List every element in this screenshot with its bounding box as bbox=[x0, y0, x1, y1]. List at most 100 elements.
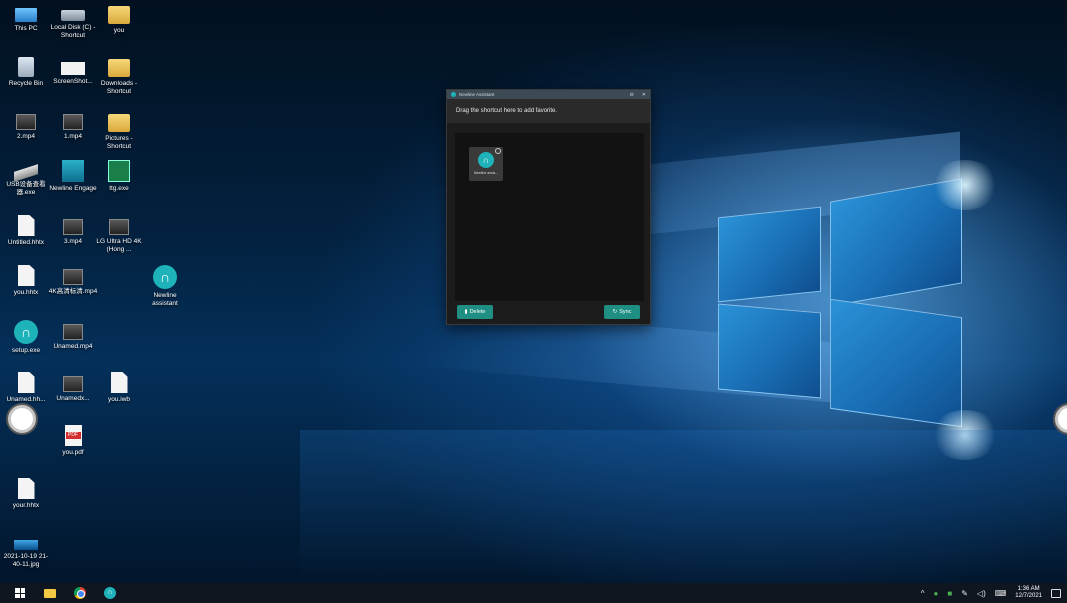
floating-menu-button-left[interactable] bbox=[8, 405, 36, 433]
video-file-icon bbox=[63, 376, 83, 392]
desktop-icon-label: 4K高清标清.mp4 bbox=[48, 288, 98, 295]
taskbar: ∩ ^ ● ■ ✎ ◁) ⌨ 1:36 AM 12/7/2021 bbox=[0, 583, 1067, 603]
start-button[interactable] bbox=[5, 583, 35, 603]
desktop-icon-label: ttg.exe bbox=[109, 185, 129, 192]
recycle-bin-icon bbox=[18, 57, 34, 77]
desktop-icon[interactable]: Recycle Bin bbox=[3, 55, 49, 88]
desktop-icon-label: you.iwb bbox=[107, 396, 131, 403]
clock[interactable]: 1:36 AM 12/7/2021 bbox=[1015, 586, 1042, 600]
chevron-up-icon[interactable]: ^ bbox=[921, 589, 925, 598]
window-pane-bottom-right bbox=[830, 298, 962, 428]
desktop-icon-label: Untitled.hhtx bbox=[7, 239, 45, 246]
video-file-icon bbox=[63, 114, 83, 130]
window-pane-bottom-left bbox=[718, 303, 821, 399]
desktop-icon-label: Newline Engage bbox=[49, 185, 97, 192]
video-file-icon bbox=[109, 219, 129, 235]
desktop-icon-label: you bbox=[113, 27, 125, 34]
engage-icon bbox=[62, 160, 84, 182]
keyboard-icon[interactable]: ⌨ bbox=[995, 589, 1007, 598]
chrome-icon bbox=[74, 587, 86, 599]
desktop-icon[interactable]: USB设备查看器.exe bbox=[3, 160, 49, 197]
delete-button-label: Delete bbox=[469, 309, 486, 315]
sync-button[interactable]: ↻ Sync bbox=[604, 305, 640, 319]
desktop-icon-label: This PC bbox=[14, 25, 38, 32]
desktop-icon[interactable]: you.hhtx bbox=[3, 265, 49, 297]
clock-time: 1:36 AM bbox=[1017, 586, 1040, 592]
desktop-icon[interactable]: 2021-10-19 21-40-11.jpg bbox=[3, 530, 49, 569]
desktop-icon[interactable]: your.hhtx bbox=[3, 478, 49, 510]
document-icon bbox=[17, 478, 35, 499]
app-tray-icon[interactable]: ● bbox=[934, 589, 939, 598]
desktop-icon-label: you.pdf bbox=[62, 449, 84, 456]
window-pane-top-left bbox=[718, 206, 821, 303]
desktop-icon[interactable]: Pictures - Shortcut bbox=[96, 110, 142, 151]
computer-icon bbox=[15, 8, 37, 22]
video-file-icon bbox=[16, 114, 36, 130]
desktop-icon[interactable]: ttg.exe bbox=[96, 160, 142, 193]
desktop-icon[interactable]: ∩ Newline assistant bbox=[142, 265, 188, 308]
sync-icon: ↻ bbox=[612, 309, 618, 315]
desktop-icon-label: Pictures - Shortcut bbox=[105, 135, 133, 150]
favorite-tile-newline-assistant[interactable]: ∩ Newline assis... bbox=[469, 147, 503, 181]
desktop-icon-label: 2021-10-19 21-40-11.jpg bbox=[3, 553, 49, 568]
taskbar-newline-assistant[interactable]: ∩ bbox=[95, 583, 125, 603]
desktop-icon[interactable]: you bbox=[96, 2, 142, 35]
desktop-icon-label: 2.mp4 bbox=[16, 133, 36, 140]
taskbar-chrome[interactable] bbox=[65, 583, 95, 603]
floating-menu-button-right[interactable] bbox=[1055, 405, 1067, 433]
desktop-icon[interactable]: PDF you.pdf bbox=[50, 425, 96, 457]
desktop-icon[interactable]: This PC bbox=[3, 2, 49, 33]
remove-favorite-icon[interactable] bbox=[495, 148, 501, 154]
screenshot-icon bbox=[61, 62, 85, 75]
app-logo-icon bbox=[451, 92, 456, 97]
folder-icon bbox=[108, 59, 130, 77]
desktop-icon[interactable]: Newline Engage bbox=[49, 160, 97, 193]
taskbar-file-explorer[interactable] bbox=[35, 583, 65, 603]
video-file-icon bbox=[63, 324, 83, 340]
notification-icon[interactable] bbox=[1051, 588, 1061, 598]
desktop-icon[interactable]: Unamed.hh... bbox=[3, 372, 49, 404]
desktop-icon[interactable]: ∩ setup.exe bbox=[3, 320, 49, 355]
desktop-icon[interactable]: 1.mp4 bbox=[50, 110, 96, 141]
close-button[interactable]: ✕ bbox=[642, 92, 646, 98]
desktop-icon[interactable]: ScreenShot... bbox=[50, 55, 96, 86]
pen-icon[interactable]: ✎ bbox=[961, 589, 968, 598]
newline-icon: ∩ bbox=[14, 320, 38, 344]
windows-logo-icon bbox=[15, 588, 25, 598]
desktop-icon[interactable]: you.iwb bbox=[96, 372, 142, 404]
desktop-icon[interactable]: Untitled.hhtx bbox=[3, 215, 49, 247]
favorites-drop-area[interactable]: ∩ Newline assis... bbox=[455, 133, 644, 301]
minimize-button[interactable]: ⊖ bbox=[630, 92, 634, 98]
desktop-icon-label: you.hhtx bbox=[13, 289, 39, 296]
desktop-icon[interactable]: 4K高清标清.mp4 bbox=[48, 265, 98, 296]
desktop[interactable]: This PC Local Disk (C) - Shortcut you Recyc… bbox=[0, 0, 1067, 583]
volume-icon[interactable]: ◁) bbox=[977, 589, 986, 598]
floor-reflection bbox=[300, 430, 1067, 580]
video-file-icon bbox=[63, 269, 83, 285]
desktop-icon-label: Downloads - Shortcut bbox=[100, 80, 138, 95]
document-icon bbox=[17, 215, 35, 236]
file-explorer-icon bbox=[44, 588, 56, 598]
app-tray-icon[interactable]: ■ bbox=[947, 589, 952, 598]
drop-hint-bar: Drag the shortcut here to add favorite. bbox=[447, 99, 650, 123]
document-icon bbox=[110, 372, 128, 393]
desktop-icon[interactable]: Local Disk (C) - Shortcut bbox=[50, 2, 96, 40]
newline-icon: ∩ bbox=[153, 265, 177, 289]
sync-button-label: Sync bbox=[619, 309, 632, 315]
usb-icon bbox=[14, 164, 38, 182]
desktop-icon[interactable]: Unamedx... bbox=[50, 372, 96, 403]
desktop-icon-label: LG Ultra HD 4K (Hong ... bbox=[96, 238, 142, 253]
desktop-icon[interactable]: LG Ultra HD 4K (Hong ... bbox=[96, 215, 142, 254]
desktop-icon-label: Local Disk (C) - Shortcut bbox=[50, 24, 96, 39]
desktop-icon[interactable]: Downloads - Shortcut bbox=[96, 55, 142, 96]
folder-icon bbox=[108, 6, 130, 24]
desktop-icon[interactable]: 3.mp4 bbox=[50, 215, 96, 246]
desktop-icon[interactable]: 2.mp4 bbox=[3, 110, 49, 141]
newline-assistant-window[interactable]: Newline Assistant ⊖ ✕ Drag the shortcut … bbox=[446, 89, 651, 325]
drop-hint-text: Drag the shortcut here to add favorite. bbox=[456, 108, 558, 114]
desktop-icon[interactable]: Unamed.mp4 bbox=[50, 320, 96, 351]
trash-icon: ▮ bbox=[464, 309, 468, 315]
document-icon bbox=[17, 265, 35, 286]
delete-button[interactable]: ▮ Delete bbox=[457, 305, 493, 319]
window-titlebar[interactable]: Newline Assistant ⊖ ✕ bbox=[447, 90, 650, 99]
